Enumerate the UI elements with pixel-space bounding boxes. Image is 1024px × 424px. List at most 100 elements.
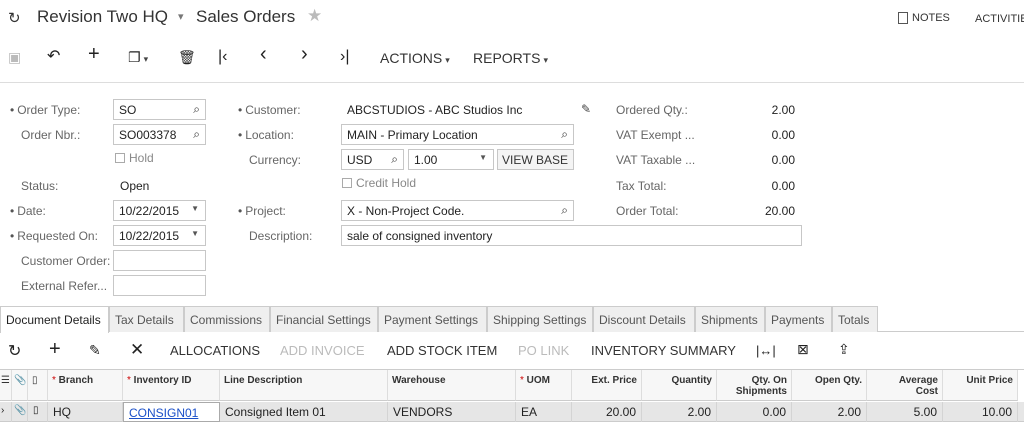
column-header-quantity[interactable]: Quantity xyxy=(642,370,717,401)
activities-button[interactable]: ACTIVITIES xyxy=(975,13,1024,25)
cell-inventory-id[interactable]: CONSIGN01 xyxy=(123,402,220,422)
attachment-icon[interactable]: 📎 xyxy=(12,402,28,422)
description-field[interactable]: sale of consigned inventory xyxy=(341,225,802,246)
column-header-branch[interactable]: * Branch xyxy=(48,370,123,401)
column-header-warehouse[interactable]: Warehouse xyxy=(388,370,516,401)
add-row-icon[interactable]: + xyxy=(49,338,61,361)
delete-row-icon[interactable]: ✕ xyxy=(130,340,144,360)
column-header-inventory-id[interactable]: * Inventory ID xyxy=(123,370,220,401)
edit-pencil-icon[interactable]: ✎ xyxy=(581,102,591,116)
cell-qty-on-shipments: 0.00 xyxy=(717,402,792,422)
hold-checkbox[interactable]: Hold xyxy=(115,151,154,165)
column-header-qty-on-shipments[interactable]: Qty. On Shipments xyxy=(717,370,792,401)
cell-quantity[interactable]: 2.00 xyxy=(642,402,717,422)
chevron-down-icon[interactable]: ▼ xyxy=(191,204,199,213)
ordered-qty-label: Ordered Qty.: xyxy=(616,103,688,117)
cell-branch[interactable]: HQ xyxy=(48,402,123,422)
customer-order-field[interactable] xyxy=(113,250,206,271)
copy-paste-icon[interactable]: ❐ ▾ xyxy=(128,48,148,68)
allocations-button[interactable]: ALLOCATIONS xyxy=(170,343,260,358)
search-icon[interactable]: ⌕ xyxy=(561,127,568,142)
search-icon[interactable]: ⌕ xyxy=(391,152,398,167)
order-type-field[interactable]: SO ⌕ xyxy=(113,99,206,120)
chevron-down-icon[interactable]: ▼ xyxy=(479,153,487,162)
tab-financial-settings[interactable]: Financial Settings xyxy=(270,306,378,332)
notes-button[interactable]: NOTES xyxy=(898,12,950,24)
note-icon[interactable]: ▯ xyxy=(28,402,48,422)
tab-tax-details[interactable]: Tax Details xyxy=(109,306,184,332)
cell-open-qty: 2.00 xyxy=(792,402,867,422)
refresh-icon[interactable]: ↻ xyxy=(8,9,21,27)
undo-icon[interactable]: ↶ xyxy=(47,48,60,66)
inventory-id-link[interactable]: CONSIGN01 xyxy=(129,406,198,420)
tab-discount-details[interactable]: Discount Details xyxy=(593,306,695,332)
previous-record-icon[interactable]: ‹ xyxy=(260,44,267,64)
save-icon[interactable]: ▣ xyxy=(8,48,21,66)
add-icon[interactable]: + xyxy=(88,44,100,64)
chevron-down-icon[interactable]: ▼ xyxy=(191,229,199,238)
requested-on-field[interactable]: 10/22/2015 ▼ xyxy=(113,225,206,246)
location-field[interactable]: MAIN - Primary Location ⌕ xyxy=(341,124,574,145)
tab-totals[interactable]: Totals xyxy=(832,306,878,332)
cell-uom[interactable]: EA xyxy=(516,402,572,422)
star-icon[interactable]: ★ xyxy=(307,6,322,26)
table-row[interactable]: › 📎 ▯ HQ CONSIGN01 Consigned Item 01 VEN… xyxy=(0,402,1024,422)
cell-ext-price[interactable]: 20.00 xyxy=(572,402,642,422)
credit-hold-checkbox: Credit Hold xyxy=(342,176,416,190)
column-header-line-description[interactable]: Line Description xyxy=(220,370,388,401)
note-header-icon: ▯ xyxy=(28,370,48,401)
cell-line-description[interactable]: Consigned Item 01 xyxy=(220,402,388,422)
chevron-down-icon[interactable]: ▾ xyxy=(178,10,184,23)
add-invoice-button[interactable]: ADD INVOICE xyxy=(280,343,365,358)
inventory-summary-button[interactable]: INVENTORY SUMMARY xyxy=(591,343,736,358)
column-header-unit-price[interactable]: Unit Price xyxy=(943,370,1018,401)
next-record-icon[interactable]: › xyxy=(301,44,308,64)
row-status-header: ☰ xyxy=(0,370,12,401)
tab-payments[interactable]: Payments xyxy=(765,306,832,332)
column-header-average-cost[interactable]: Average Cost xyxy=(867,370,943,401)
tab-shipping-settings[interactable]: Shipping Settings xyxy=(487,306,593,332)
last-record-icon[interactable]: ›| xyxy=(340,48,349,66)
order-nbr-field[interactable]: SO003378 ⌕ xyxy=(113,124,206,145)
currency-label: Currency: xyxy=(249,153,302,167)
vat-exempt-label: VAT Exempt ... xyxy=(616,128,695,142)
add-stock-item-button[interactable]: ADD STOCK ITEM xyxy=(387,343,497,358)
date-label: • Date: xyxy=(10,204,46,218)
reports-menu[interactable]: REPORTS ▾ xyxy=(473,50,548,66)
actions-menu[interactable]: ACTIONS ▾ xyxy=(380,50,450,66)
date-field[interactable]: 10/22/2015 ▼ xyxy=(113,200,206,221)
cell-warehouse[interactable]: VENDORS xyxy=(388,402,516,422)
cell-unit-price[interactable]: 10.00 xyxy=(943,402,1018,422)
currency-rate-field[interactable]: 1.00 ▼ xyxy=(408,149,494,170)
grid-toolbar: ↻ + ✎ ✕ ALLOCATIONS ADD INVOICE ADD STOC… xyxy=(0,338,1024,364)
tab-shipments[interactable]: Shipments xyxy=(695,306,765,332)
company-selector[interactable]: Revision Two HQ xyxy=(37,7,168,27)
tab-payment-settings[interactable]: Payment Settings xyxy=(378,306,487,332)
status-value: Open xyxy=(120,179,150,193)
tab-commissions[interactable]: Commissions xyxy=(184,306,270,332)
upload-icon[interactable]: ⇪ xyxy=(838,341,850,358)
project-field[interactable]: X - Non-Project Code. ⌕ xyxy=(341,200,574,221)
export-excel-icon[interactable]: ⊠ xyxy=(797,341,809,358)
search-icon[interactable]: ⌕ xyxy=(193,102,200,117)
fit-columns-icon[interactable]: |↔| xyxy=(756,343,776,358)
detail-tabs: Document Details Tax Details Commissions… xyxy=(0,306,1024,333)
first-record-icon[interactable]: |‹ xyxy=(218,48,227,66)
search-icon[interactable]: ⌕ xyxy=(193,127,200,142)
order-total-label: Order Total: xyxy=(616,204,679,218)
edit-pencil-icon[interactable]: ✎ xyxy=(89,342,101,359)
column-header-uom[interactable]: * UOM xyxy=(516,370,572,401)
column-header-open-qty[interactable]: Open Qty. xyxy=(792,370,867,401)
search-icon[interactable]: ⌕ xyxy=(561,203,568,218)
po-link-button[interactable]: PO LINK xyxy=(518,343,569,358)
refresh-icon[interactable]: ↻ xyxy=(8,341,21,361)
currency-field[interactable]: USD ⌕ xyxy=(341,149,404,170)
external-ref-field[interactable] xyxy=(113,275,206,296)
view-base-button[interactable]: VIEW BASE xyxy=(497,149,574,170)
row-selector-icon[interactable]: › xyxy=(0,402,12,422)
customer-value[interactable]: ABCSTUDIOS - ABC Studios Inc xyxy=(347,103,522,117)
checkbox-icon xyxy=(342,178,352,188)
delete-icon[interactable]: 🗑 xyxy=(178,48,196,66)
column-header-ext-price[interactable]: Ext. Price xyxy=(572,370,642,401)
tab-document-details[interactable]: Document Details xyxy=(0,306,109,333)
